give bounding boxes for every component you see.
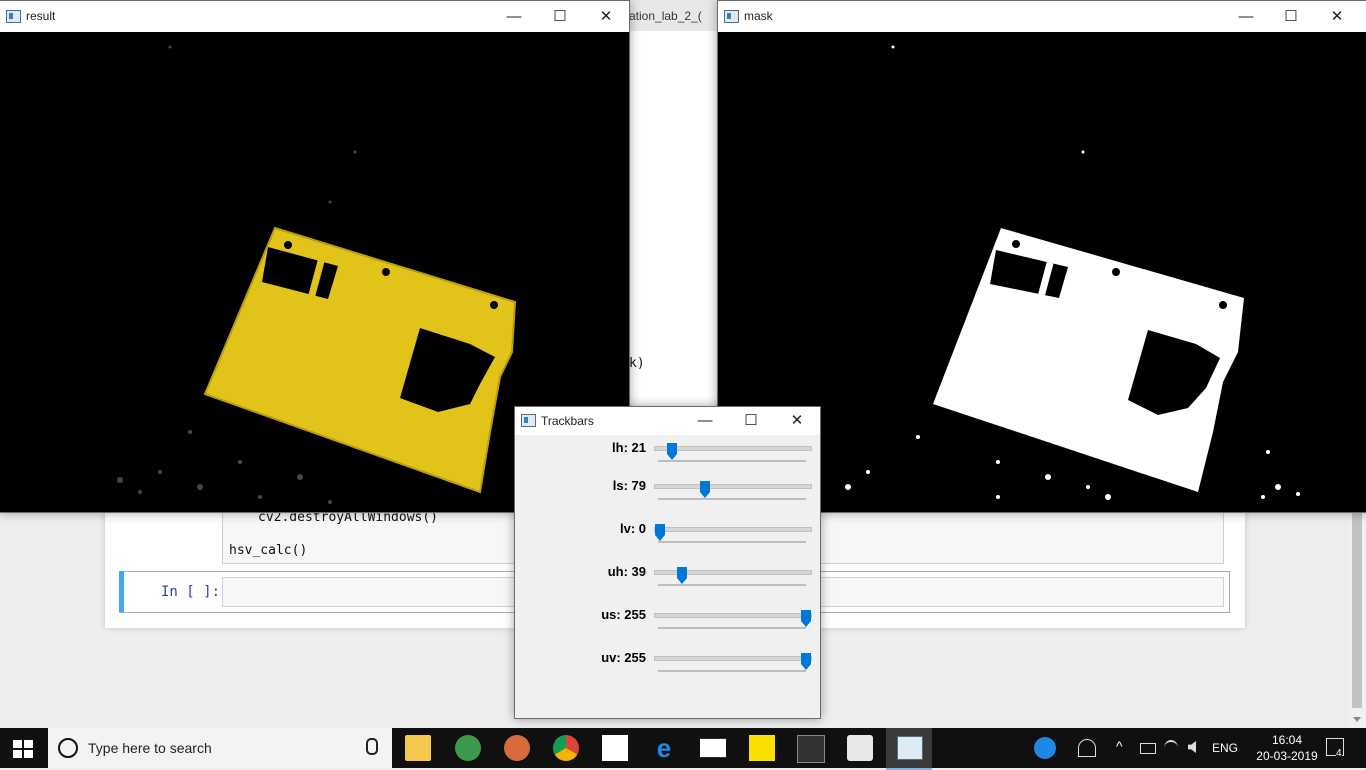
trackbar-label-uh: uh: 39	[607, 564, 646, 579]
trackbar-lv[interactable]: lv: 0	[515, 521, 820, 561]
microphone-icon[interactable]	[366, 738, 378, 755]
maximize-icon[interactable]: ☐	[537, 1, 583, 32]
terminal-icon[interactable]	[797, 735, 825, 763]
trackbar-track-lh[interactable]	[654, 443, 812, 460]
trackbar-baseline-lv	[658, 541, 806, 543]
trackbar-baseline-us	[658, 627, 806, 629]
trackbar-label-lv: lv: 0	[619, 521, 646, 536]
browser-tab-title: ation_lab_2_(	[629, 9, 702, 23]
search-icon	[58, 738, 78, 758]
browser-tab[interactable]: ation_lab_2_(	[629, 0, 717, 31]
mask-titlebar[interactable]: mask — ☐ ✕	[718, 1, 1366, 32]
maximize-icon[interactable]: ☐	[1268, 1, 1314, 32]
minimize-icon[interactable]: —	[491, 1, 537, 32]
trackbar-ls[interactable]: ls: 79	[515, 478, 820, 518]
close-icon[interactable]: ✕	[1314, 1, 1360, 32]
chrome-icon[interactable]	[553, 735, 579, 761]
clock-time[interactable]: 16:04	[1264, 733, 1310, 747]
trackbar-label-uv: uv: 255	[601, 650, 646, 665]
wifi-icon[interactable]	[1164, 740, 1178, 756]
windows-taskbar: Type here to search e ^ ENG 16:04 20-03-…	[0, 728, 1366, 770]
trackbar-thumb-uh[interactable]	[677, 567, 687, 584]
selected-cell-indicator	[119, 571, 124, 612]
file-explorer-icon[interactable]	[405, 735, 431, 761]
trackbar-label-us: us: 255	[601, 607, 646, 622]
cell-prompt: In [ ]:	[161, 584, 221, 600]
volume-icon[interactable]	[1188, 741, 1196, 753]
windows-start-icon[interactable]	[13, 740, 33, 758]
trackbar-thumb-uv[interactable]	[801, 653, 811, 670]
trackbar-track-uh[interactable]	[654, 567, 812, 584]
trackbar-track-us[interactable]	[654, 610, 812, 627]
trackbar-thumb-lv[interactable]	[655, 524, 665, 541]
maximize-icon[interactable]: ☐	[728, 407, 774, 435]
trackbar-baseline-uh	[658, 584, 806, 586]
help-icon[interactable]	[1034, 737, 1056, 759]
trackbar-label-ls: ls: 79	[612, 478, 646, 493]
result-window-title: result	[26, 9, 56, 23]
search-placeholder: Type here to search	[88, 740, 212, 756]
battery-icon[interactable]	[1140, 743, 1156, 754]
trackbar-track-ls[interactable]	[654, 481, 812, 498]
mail-icon[interactable]	[700, 738, 726, 758]
trackbar-thumb-ls[interactable]	[700, 481, 710, 498]
scroll-down-icon[interactable]	[1353, 717, 1361, 722]
close-icon[interactable]: ✕	[583, 1, 629, 32]
minimize-icon[interactable]: —	[1223, 1, 1269, 32]
trackbar-label-lh: lh: 21	[612, 440, 646, 455]
trackbar-baseline-lh	[658, 460, 806, 462]
trackbar-thumb-lh[interactable]	[667, 443, 677, 460]
trackbar-thumb-us[interactable]	[801, 610, 811, 627]
window-app-icon	[6, 10, 21, 23]
sticky-notes-icon[interactable]	[749, 735, 775, 761]
taskbar-search-box[interactable]: Type here to search	[48, 728, 392, 768]
paint-icon[interactable]	[847, 735, 873, 761]
trackbar-baseline-uv	[658, 670, 806, 672]
trackbar-uh[interactable]: uh: 39	[515, 564, 820, 604]
close-icon[interactable]: ✕	[774, 407, 820, 435]
notification-count: 4	[1336, 748, 1342, 759]
trackbar-lh[interactable]: lh: 21	[515, 440, 820, 480]
opencv-window-icon	[897, 736, 923, 760]
active-taskbar-button[interactable]	[886, 728, 932, 770]
chevron-up-icon[interactable]: ^	[1116, 738, 1123, 754]
clock-date[interactable]: 20-03-2019	[1248, 749, 1326, 763]
minimize-icon[interactable]: —	[682, 407, 728, 435]
window-app-icon	[521, 414, 536, 427]
trackbar-baseline-ls	[658, 498, 806, 500]
result-titlebar[interactable]: result — ☐ ✕	[0, 1, 629, 32]
trackbar-uv[interactable]: uv: 255	[515, 650, 820, 690]
people-icon[interactable]	[1078, 739, 1096, 757]
code-fragment: k)	[629, 356, 645, 371]
code-line-call: hsv_calc()	[229, 543, 308, 558]
trackbars-titlebar[interactable]: Trackbars — ☐ ✕	[515, 407, 820, 435]
mask-window-title: mask	[744, 9, 773, 23]
trackbars-window[interactable]: Trackbars — ☐ ✕ lh: 21 ls: 79 lv: 0 uh: 39 u…	[514, 406, 821, 719]
trackbar-track-lv[interactable]	[654, 524, 812, 541]
window-app-icon	[724, 10, 739, 23]
language-indicator[interactable]: ENG	[1212, 741, 1238, 755]
trackbars-window-title: Trackbars	[541, 414, 594, 428]
tripadvisor-icon[interactable]	[455, 735, 481, 761]
anaconda-icon[interactable]	[504, 735, 530, 761]
trackbar-us[interactable]: us: 255	[515, 607, 820, 647]
store-icon[interactable]	[602, 735, 628, 761]
trackbar-track-uv[interactable]	[654, 653, 812, 670]
edge-icon[interactable]: e	[651, 735, 677, 761]
